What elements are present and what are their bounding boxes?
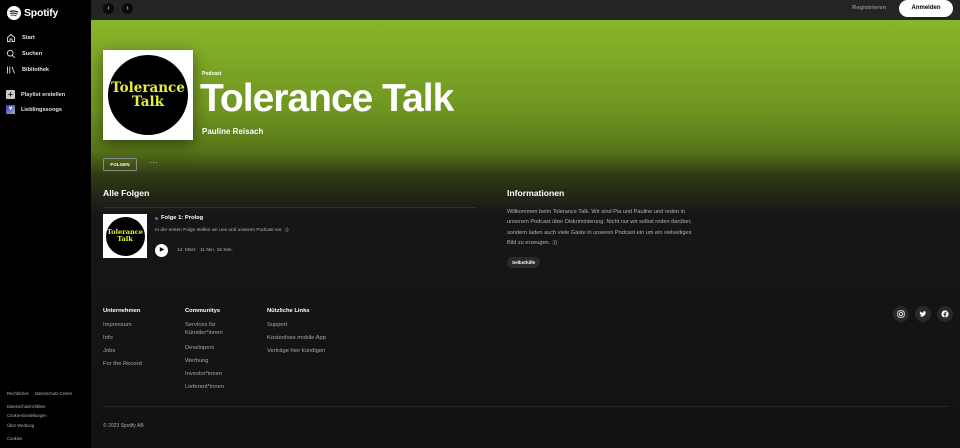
author-name[interactable]: Pauline Reisach — [202, 127, 263, 136]
footer-link[interactable]: Lieferant*innen — [185, 383, 224, 391]
legal-link[interactable]: Rechtliches — [7, 391, 29, 396]
episode-description: In der ersten Folge stellen wir uns und … — [155, 228, 289, 233]
legal-link[interactable]: Cookie-Einstellungen — [7, 413, 47, 418]
episode-cover-line2: Talk — [117, 235, 133, 243]
legal-link[interactable]: Datenschutz-Center — [35, 391, 72, 396]
cover-artwork: Tolerance Talk — [108, 55, 188, 135]
info-heading: Informationen — [507, 188, 565, 198]
episode-cover: Tolerance Talk — [103, 214, 147, 258]
nav-home-label: Start — [22, 35, 35, 41]
copyright: © 2023 Spotify AB — [103, 423, 144, 429]
episodes-heading: Alle Folgen — [103, 188, 150, 198]
brand-name: Spotify — [24, 7, 59, 19]
footer-column-title: Unternehmen — [103, 308, 141, 314]
create-playlist[interactable]: + Playlist erstellen — [6, 90, 65, 99]
nav-search[interactable]: Suchen — [6, 49, 42, 59]
footer-column-title: Nützliche Links — [267, 308, 310, 314]
follow-button[interactable]: FOLGEN — [103, 158, 137, 171]
info-description: Willkommen beim Tolerance Talk. Wir sind… — [507, 209, 692, 247]
search-icon — [6, 49, 16, 59]
back-button[interactable]: ‹ — [103, 3, 114, 14]
nav-search-label: Suchen — [22, 51, 43, 57]
episode-title-text: Folge 1: Prolog — [161, 215, 204, 221]
new-episode-dot-icon — [155, 216, 158, 220]
footer-link[interactable]: For the Record — [103, 360, 142, 368]
footer-link[interactable]: Werbung — [185, 357, 208, 365]
library-icon — [6, 65, 16, 75]
footer-link[interactable]: Verträge hier kündigen — [267, 347, 325, 355]
heart-icon: ♥ — [6, 105, 15, 114]
footer-link[interactable]: Kostenlose mobile App — [267, 334, 326, 342]
spotify-icon — [7, 6, 21, 20]
podcast-cover: Tolerance Talk — [103, 50, 193, 140]
footer-link[interactable]: Info — [103, 334, 113, 342]
cover-text-line1: Tolerance — [111, 79, 185, 96]
footer-link[interactable]: Impressum — [103, 321, 132, 329]
footer-column-title: Communitys — [185, 308, 221, 314]
facebook-icon[interactable] — [937, 306, 953, 322]
episode-meta: 14. März · 11 Min. 16 Sek. — [177, 248, 233, 253]
category-chip[interactable]: Selbsthilfe — [507, 257, 541, 268]
register-button[interactable]: Registrieren — [852, 5, 886, 11]
more-options-button[interactable]: ··· — [149, 158, 159, 167]
main-content: ‹ › Registrieren Anmelden Tolerance Talk… — [91, 0, 960, 448]
episode-title[interactable]: Folge 1: Prolog — [155, 215, 203, 221]
page-title: Tolerance Talk — [200, 77, 454, 120]
divider — [103, 207, 477, 208]
home-icon — [6, 33, 16, 43]
nav-library-label: Bibliothek — [22, 67, 50, 73]
spotify-logo[interactable]: Spotify — [7, 6, 58, 20]
sidebar: Spotify Start Suchen Bibliothek + Playli… — [0, 0, 91, 448]
footer-link[interactable]: Developers — [185, 344, 214, 352]
instagram-icon[interactable] — [893, 306, 909, 322]
cover-text-line2: Talk — [132, 94, 164, 110]
plus-icon: + — [6, 90, 15, 99]
nav-library[interactable]: Bibliothek — [6, 65, 49, 75]
footer-link[interactable]: Investor*innen — [185, 370, 222, 378]
legal-link[interactable]: Über Werbung — [7, 423, 34, 428]
top-bar: ‹ › Registrieren Anmelden — [91, 0, 960, 20]
legal-link[interactable]: Cookies — [7, 436, 22, 441]
forward-button[interactable]: › — [122, 3, 133, 14]
legal-link[interactable]: Datenschutzrichtlinie — [7, 404, 46, 409]
footer-link[interactable]: Services für Künstler*innen — [185, 321, 235, 337]
footer-link[interactable]: Support — [267, 321, 287, 329]
login-button[interactable]: Anmelden — [899, 0, 953, 17]
liked-songs[interactable]: ♥ Lieblingssongs — [6, 105, 62, 114]
episode-artwork: Tolerance Talk — [105, 216, 145, 256]
footer-divider — [103, 406, 948, 407]
liked-songs-label: Lieblingssongs — [21, 106, 63, 113]
twitter-icon[interactable] — [915, 306, 931, 322]
play-icon[interactable]: ▶ — [155, 244, 168, 257]
footer-link[interactable]: Jobs — [103, 347, 115, 355]
nav-home[interactable]: Start — [6, 33, 35, 43]
create-playlist-label: Playlist erstellen — [21, 91, 66, 98]
